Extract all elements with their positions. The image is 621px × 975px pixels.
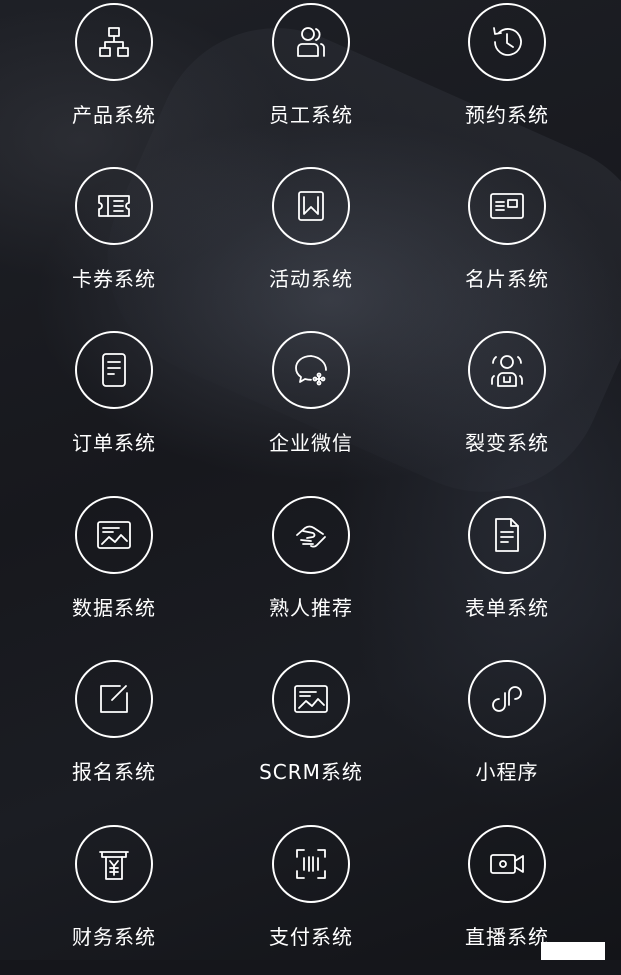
grid-item-business-card[interactable]: 名片系统	[407, 167, 607, 317]
grid-item-activity[interactable]: 活动系统	[211, 167, 411, 317]
grid-item-label: 订单系统	[72, 431, 156, 455]
grid-item-staff[interactable]: 员工系统	[211, 3, 411, 153]
grid-item-label: 表单系统	[465, 596, 549, 620]
grid-item-mini-program[interactable]: 小程序	[407, 660, 607, 810]
grid-item-label: 名片系统	[465, 267, 549, 291]
coupon-icon	[75, 167, 153, 245]
grid-item-label: 财务系统	[72, 925, 156, 949]
system-grid: 产品系统 员工系统 预约系统 卡券系统 活动系统 名片系统 订单系统 企业微信 …	[0, 0, 621, 960]
grid-item-label: 数据系统	[72, 596, 156, 620]
grid-item-order[interactable]: 订单系统	[14, 331, 214, 481]
grid-item-label: 直播系统	[465, 925, 549, 949]
grid-item-finance[interactable]: 财务系统	[14, 825, 214, 975]
grid-item-label: 员工系统	[269, 103, 353, 127]
floating-corner-tab[interactable]	[541, 942, 605, 960]
scrm-image-icon	[272, 660, 350, 738]
grid-item-form[interactable]: 表单系统	[407, 496, 607, 646]
history-clock-icon	[468, 3, 546, 81]
staff-icon	[272, 3, 350, 81]
scan-pay-icon	[272, 825, 350, 903]
video-camera-icon	[468, 825, 546, 903]
grid-item-appointment[interactable]: 预约系统	[407, 3, 607, 153]
grid-item-label: 熟人推荐	[269, 596, 353, 620]
data-image-icon	[75, 496, 153, 574]
yuan-receipt-icon	[75, 825, 153, 903]
grid-item-wecom[interactable]: 企业微信	[211, 331, 411, 481]
grid-item-label: 产品系统	[72, 103, 156, 127]
org-chart-icon	[75, 3, 153, 81]
fission-users-icon	[468, 331, 546, 409]
grid-item-label: 企业微信	[269, 431, 353, 455]
grid-item-data[interactable]: 数据系统	[14, 496, 214, 646]
grid-item-label: 预约系统	[465, 103, 549, 127]
grid-item-fission[interactable]: 裂变系统	[407, 331, 607, 481]
form-document-icon	[468, 496, 546, 574]
mini-program-icon	[468, 660, 546, 738]
grid-item-label: 裂变系统	[465, 431, 549, 455]
grid-item-label: 活动系统	[269, 267, 353, 291]
grid-item-referral[interactable]: 熟人推荐	[211, 496, 411, 646]
grid-item-label: SCRM系统	[259, 760, 363, 784]
grid-item-coupon[interactable]: 卡券系统	[14, 167, 214, 317]
wecom-chat-icon	[272, 331, 350, 409]
grid-item-payment[interactable]: 支付系统	[211, 825, 411, 975]
grid-item-scrm[interactable]: SCRM系统	[211, 660, 411, 810]
grid-item-label: 支付系统	[269, 925, 353, 949]
order-document-icon	[75, 331, 153, 409]
grid-item-label: 卡券系统	[72, 267, 156, 291]
grid-item-label: 小程序	[475, 760, 539, 784]
handshake-icon	[272, 496, 350, 574]
grid-item-registration[interactable]: 报名系统	[14, 660, 214, 810]
bookmark-icon	[272, 167, 350, 245]
business-card-icon	[468, 167, 546, 245]
edit-square-icon	[75, 660, 153, 738]
grid-item-label: 报名系统	[72, 760, 156, 784]
grid-item-product[interactable]: 产品系统	[14, 3, 214, 153]
